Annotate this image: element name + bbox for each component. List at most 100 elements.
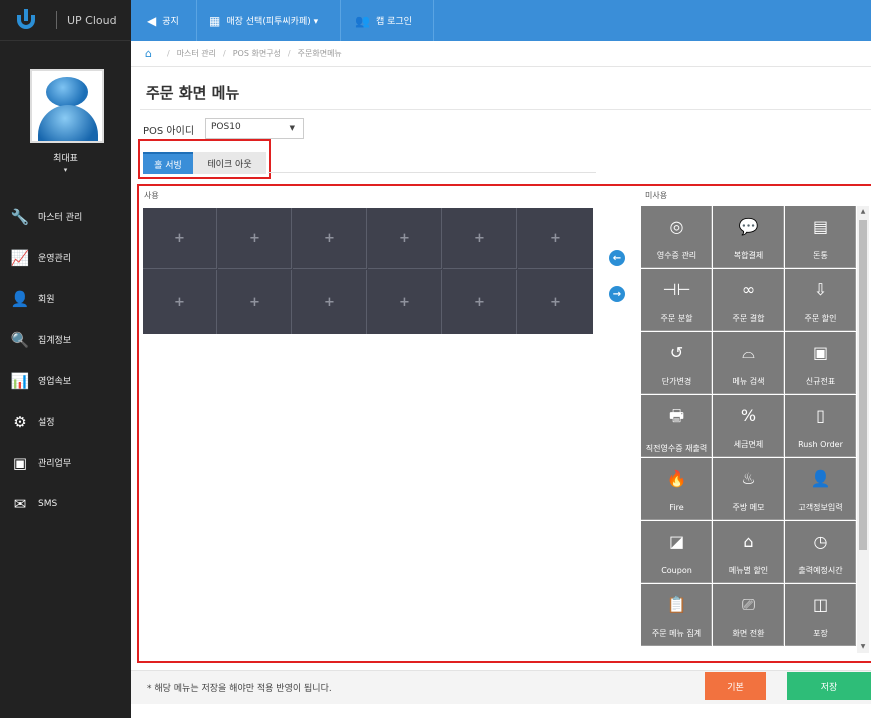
menu-item-receipt-manage[interactable]: ◎ 영수증 관리: [641, 206, 712, 268]
empty-slot[interactable]: +: [143, 270, 217, 334]
sidebar-item-sales[interactable]: 📊 영업속보: [0, 360, 131, 401]
chef-clock-icon: ◷: [813, 532, 828, 551]
sidebar-item-sms[interactable]: ✉ SMS: [0, 483, 131, 524]
logo-icon[interactable]: [14, 9, 40, 31]
scroll-up-icon[interactable]: ▲: [857, 206, 869, 218]
empty-slot[interactable]: +: [368, 270, 442, 334]
menu-item-kitchen-memo[interactable]: ♨ 주방 메모: [713, 458, 784, 520]
used-menu-grid: + + + + + + + + + + + +: [143, 208, 593, 334]
store-select[interactable]: ▦ 매장 선택(피투씨카페) ▾: [197, 0, 341, 41]
menu-item-label: 주문 할인: [804, 314, 837, 323]
menu-item-tax-exempt[interactable]: % 세금면제: [713, 395, 784, 457]
sidebar-item-label: 설정: [38, 418, 55, 428]
menu-item-label: 주방 메모: [732, 503, 765, 512]
aggregate-icon: 🔍: [10, 330, 30, 349]
sidebar-item-label: SMS: [38, 498, 58, 509]
menu-item-order-split[interactable]: ⊣⊢ 주문 분할: [641, 269, 712, 331]
brand-divider: [56, 11, 57, 29]
menu-item-order-merge[interactable]: ∞ 주문 결합: [713, 269, 784, 331]
empty-slot[interactable]: +: [518, 208, 593, 269]
menu-item-complex-pay[interactable]: 💬 복합결제: [713, 206, 784, 268]
empty-slot[interactable]: +: [218, 270, 292, 334]
coupon-icon: ◪: [668, 532, 685, 551]
unused-scrollbar[interactable]: ▲ ▼: [857, 206, 869, 653]
menu-item-menu-discount[interactable]: ⌂ 메뉴별 할인: [713, 521, 784, 583]
menu-item-label: 포장: [813, 629, 828, 638]
arrow-left-icon[interactable]: ←: [609, 250, 625, 266]
menu-item-price-change[interactable]: ↺ 단가변경: [641, 332, 712, 394]
menu-item-label: 직전영수증 재출력: [645, 444, 708, 453]
sidebar: UP Cloud 최대표 ▾ 🔧 마스터 관리 📈 운영관리 👤 회원 🔍 집계정보 📊…: [0, 0, 131, 718]
empty-slot[interactable]: +: [143, 208, 217, 269]
menu-item-customer-info[interactable]: 👤 고객정보입력: [785, 458, 856, 520]
unused-label: 미사용: [645, 191, 668, 200]
menu-item-coupon[interactable]: ◪ Coupon: [641, 521, 712, 583]
empty-slot[interactable]: +: [518, 270, 593, 334]
chat-icon: 💬: [738, 217, 759, 236]
default-button[interactable]: 기본: [705, 672, 766, 700]
empty-slot[interactable]: +: [218, 208, 292, 269]
menu-item-label: 메뉴 검색: [732, 377, 765, 386]
menu-item-label: Fire: [669, 503, 684, 512]
scroll-thumb[interactable]: [859, 220, 867, 550]
save-button[interactable]: 저장: [787, 672, 871, 700]
empty-slot[interactable]: +: [293, 270, 367, 334]
notice-label: 공지: [162, 17, 179, 27]
merge-icon: ∞: [741, 280, 756, 299]
cap-login-label: 캡 로그인: [375, 17, 412, 27]
menu-item-label: Rush Order: [798, 440, 843, 449]
tab-hall-serving[interactable]: 홀 서빙: [143, 152, 193, 174]
menu-item-reprint[interactable]: 🖶 직전영수증 재출력: [641, 395, 712, 457]
arrow-right-icon[interactable]: →: [609, 286, 625, 302]
discount-icon: ⇩: [813, 280, 828, 299]
empty-slot[interactable]: +: [443, 208, 517, 269]
split-icon: ⊣⊢: [662, 280, 691, 299]
menu-item-cash-drawer[interactable]: ▤ 돈통: [785, 206, 856, 268]
sms-icon: ✉: [13, 494, 27, 513]
menu-item-print-schedule[interactable]: ◷ 출력예정시간: [785, 521, 856, 583]
sidebar-item-member[interactable]: 👤 회원: [0, 278, 131, 319]
user-caret-icon[interactable]: ▾: [0, 166, 131, 174]
sidebar-item-aggregate[interactable]: 🔍 집계정보: [0, 319, 131, 360]
sidebar-item-master[interactable]: 🔧 마스터 관리: [0, 196, 131, 237]
menu-item-menu-search[interactable]: ⌓ 메뉴 검색: [713, 332, 784, 394]
breadcrumb-item[interactable]: POS 화면구성: [233, 48, 281, 59]
notice-link[interactable]: ◀ 공지: [131, 0, 197, 41]
menu-item-fire[interactable]: 🔥 Fire: [641, 458, 712, 520]
pos-id-select[interactable]: POS10 ▼: [205, 118, 304, 139]
menu-item-new-slip[interactable]: ▣ 신규전표: [785, 332, 856, 394]
screen-switch-icon: ⎚: [742, 595, 755, 614]
menu-item-label: 신규전표: [805, 377, 836, 386]
tab-takeout[interactable]: 테이크 아웃: [193, 152, 266, 174]
users-icon: 👥: [355, 13, 370, 28]
menu-item-label: 주문 분할: [660, 314, 693, 323]
empty-slot[interactable]: +: [293, 208, 367, 269]
home-icon[interactable]: ⌂: [145, 47, 152, 60]
chef-icon: ♨: [741, 469, 756, 488]
empty-slot[interactable]: +: [368, 208, 442, 269]
sidebar-item-settings[interactable]: ⚙ 설정: [0, 401, 131, 442]
brand-name: UP Cloud: [67, 13, 117, 27]
avatar[interactable]: [30, 69, 104, 143]
cap-login-link[interactable]: 👥 캡 로그인: [341, 0, 434, 41]
sidebar-item-label: 운영관리: [38, 254, 72, 264]
menu-item-screen-switch[interactable]: ⎚ 화면 전환: [713, 584, 784, 646]
sidebar-item-label: 집계정보: [38, 336, 72, 346]
user-name[interactable]: 최대표: [0, 151, 131, 164]
fire-icon: 🔥: [666, 469, 687, 488]
printer-icon: 🖶: [668, 406, 685, 425]
breadcrumb-item: 주문화면메뉴: [297, 49, 342, 58]
empty-slot[interactable]: +: [443, 270, 517, 334]
sidebar-item-operation[interactable]: 📈 운영관리: [0, 237, 131, 278]
menu-item-rush-order[interactable]: ▯ Rush Order: [785, 395, 856, 457]
breadcrumb-item[interactable]: 마스터 관리: [177, 48, 216, 59]
menu-item-order-summary[interactable]: 📋 주문 메뉴 집계: [641, 584, 712, 646]
brand-bar: UP Cloud: [0, 0, 131, 41]
menu-item-order-discount[interactable]: ⇩ 주문 할인: [785, 269, 856, 331]
scroll-down-icon[interactable]: ▼: [857, 641, 869, 653]
unused-menu-list[interactable]: ◎ 영수증 관리 💬 복합결제 ▤ 돈통 ⊣⊢ 주문 분할 ∞ 주문 결합 ⇩ 주문 할인 …: [641, 206, 859, 652]
sidebar-item-admin[interactable]: ▣ 관리업무: [0, 442, 131, 483]
sidebar-item-label: 마스터 관리: [38, 213, 83, 223]
menu-item-label: 고객정보입력: [798, 503, 843, 512]
menu-item-packaging[interactable]: ◫ 포장: [785, 584, 856, 646]
